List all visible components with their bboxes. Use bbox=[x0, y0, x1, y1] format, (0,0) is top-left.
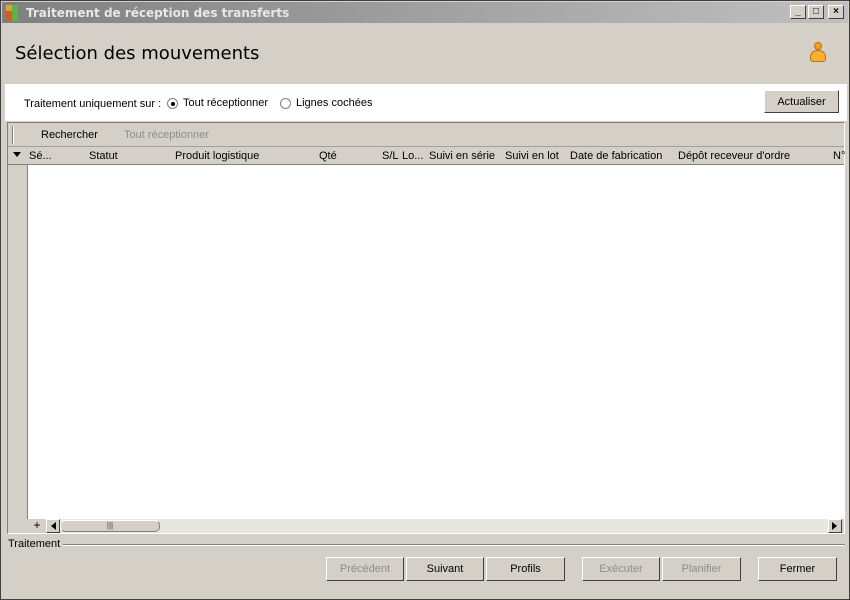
movements-grid: Rechercher Tout réceptionner Sé... Statu… bbox=[7, 122, 845, 534]
column-header[interactable]: Suivi en lot bbox=[505, 150, 559, 162]
row-selector-gutter[interactable] bbox=[8, 165, 28, 519]
arrow-left-icon bbox=[51, 522, 56, 530]
scroll-left-button[interactable] bbox=[46, 519, 60, 533]
column-header[interactable]: Statut bbox=[89, 150, 118, 162]
processing-section-label: Traitement bbox=[8, 538, 61, 550]
close-window-button[interactable]: × bbox=[828, 5, 844, 19]
window-title: Traitement de réception des transferts bbox=[26, 5, 290, 20]
schedule-button[interactable]: Planifier bbox=[662, 557, 741, 581]
user-icon[interactable] bbox=[809, 42, 827, 64]
grid-toolbar: Rechercher Tout réceptionner bbox=[8, 123, 844, 147]
title-bar[interactable]: Traitement de réception des transferts _… bbox=[2, 2, 848, 23]
radio-checked-lines[interactable]: Lignes cochées bbox=[280, 97, 372, 109]
scroll-right-button[interactable] bbox=[828, 519, 842, 533]
column-header[interactable]: Sé... bbox=[29, 150, 52, 162]
receive-all-button[interactable]: Tout réceptionner bbox=[124, 129, 209, 141]
schedule-button-label: Planifier bbox=[681, 563, 722, 575]
page-title: Sélection des mouvements bbox=[15, 43, 260, 64]
next-button[interactable]: Suivant bbox=[406, 557, 484, 581]
profiles-button-label: Profils bbox=[510, 563, 541, 575]
column-chooser-icon[interactable] bbox=[13, 152, 21, 157]
arrow-right-icon bbox=[832, 522, 837, 530]
horizontal-scrollbar[interactable]: ||| bbox=[46, 519, 842, 533]
refresh-button[interactable]: Actualiser bbox=[764, 90, 839, 113]
previous-button-label: Précédent bbox=[339, 563, 391, 575]
execute-button-label: Exécuter bbox=[599, 563, 643, 575]
column-header[interactable]: Date de fabrication bbox=[570, 150, 662, 162]
radio-checked-lines-label: Lignes cochées bbox=[296, 97, 373, 109]
profiles-button[interactable]: Profils bbox=[486, 557, 565, 581]
maximize-button[interactable]: □ bbox=[808, 5, 824, 19]
radio-receive-all-label: Tout réceptionner bbox=[183, 97, 268, 109]
column-header[interactable]: Suivi en série bbox=[429, 150, 495, 162]
refresh-button-label: Actualiser bbox=[777, 95, 826, 108]
main-window: Traitement de réception des transferts _… bbox=[0, 0, 850, 600]
close-button-label: Fermer bbox=[779, 563, 816, 575]
grid-header: Sé... Statut Produit logistique Qté S/L … bbox=[8, 147, 845, 165]
add-row-button[interactable]: + bbox=[30, 519, 44, 533]
grid-body[interactable] bbox=[29, 165, 844, 519]
minimize-button[interactable]: _ bbox=[790, 5, 806, 19]
toolbar-separator bbox=[12, 126, 14, 144]
app-icon bbox=[6, 4, 22, 21]
column-header[interactable]: Lo... bbox=[402, 150, 423, 162]
next-button-label: Suivant bbox=[426, 563, 464, 575]
column-header[interactable]: Qté bbox=[319, 150, 337, 162]
execute-button[interactable]: Exécuter bbox=[582, 557, 660, 581]
column-header[interactable]: N° bbox=[833, 150, 845, 162]
scroll-thumb[interactable]: ||| bbox=[60, 520, 160, 532]
close-button[interactable]: Fermer bbox=[758, 557, 837, 581]
radio-checked-icon[interactable] bbox=[167, 97, 178, 109]
section-divider bbox=[63, 544, 845, 546]
previous-button[interactable]: Précédent bbox=[326, 557, 404, 581]
radio-unchecked-icon[interactable] bbox=[280, 97, 291, 109]
options-panel: Traitement uniquement sur : Tout récepti… bbox=[5, 84, 847, 121]
column-header[interactable]: Dépôt receveur d'ordre bbox=[678, 150, 790, 162]
grid-footer: + ||| bbox=[8, 519, 844, 533]
search-button[interactable]: Rechercher bbox=[41, 129, 98, 141]
radio-receive-all[interactable]: Tout réceptionner bbox=[167, 97, 268, 109]
processing-scope-label: Traitement uniquement sur : bbox=[24, 98, 162, 110]
column-header[interactable]: Produit logistique bbox=[175, 150, 259, 162]
column-header[interactable]: S/L bbox=[382, 150, 399, 162]
page-header: Sélection des mouvements bbox=[5, 24, 847, 84]
